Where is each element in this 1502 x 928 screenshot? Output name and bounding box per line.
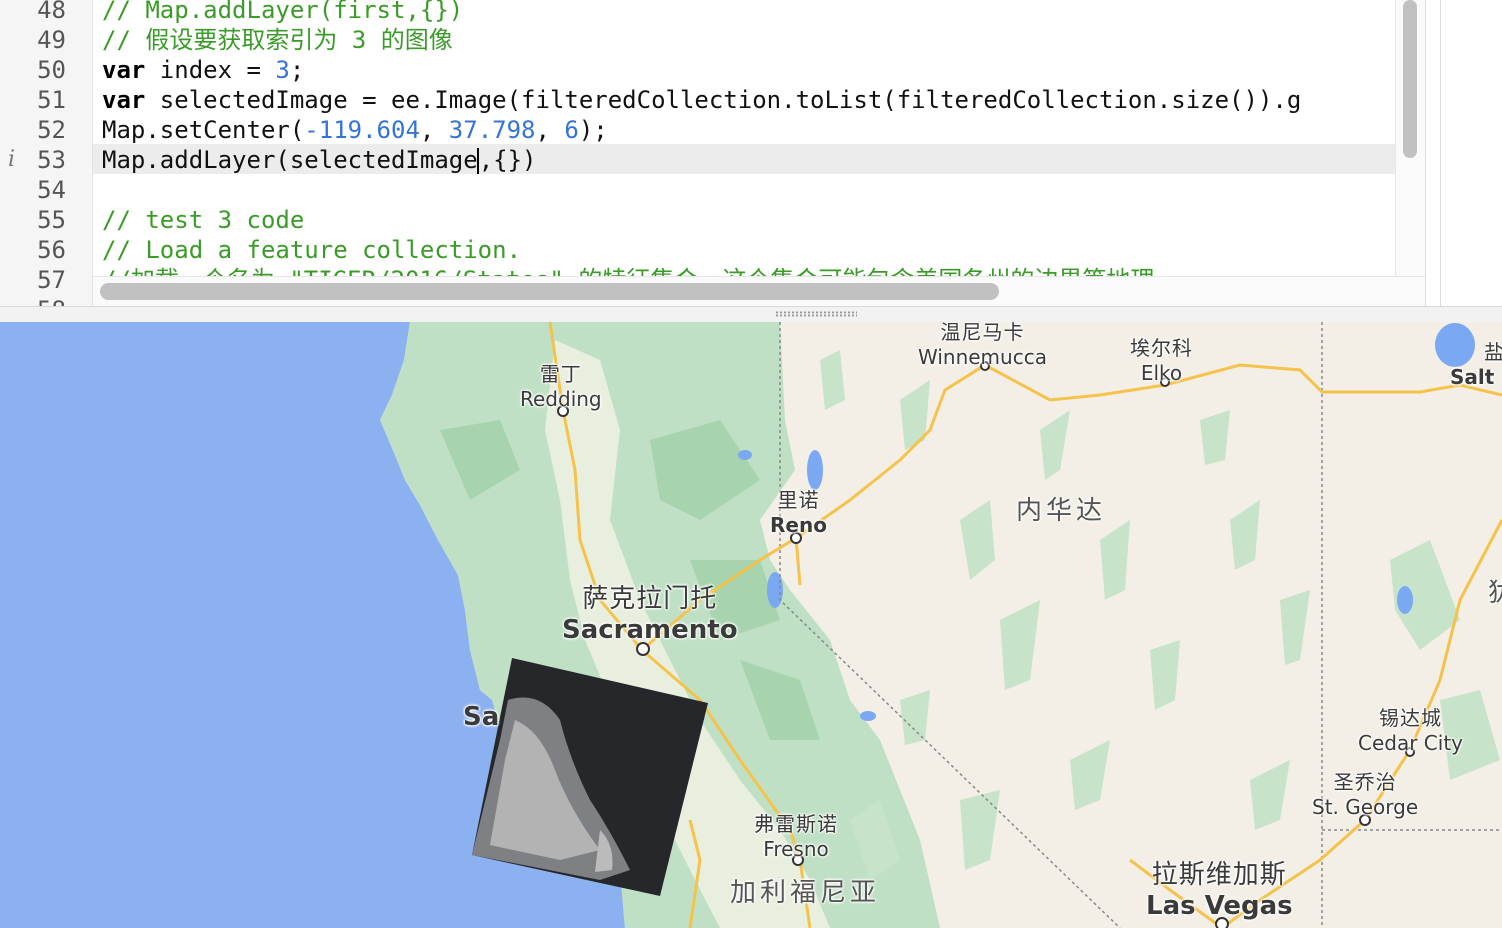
line-number: 50 bbox=[37, 56, 66, 84]
city-name-en: Las Vegas bbox=[1146, 891, 1293, 921]
code-line-52[interactable]: Map.setCenter(-119.604, 37.798, 6); bbox=[102, 115, 608, 145]
city-name-en: Reno bbox=[770, 513, 827, 537]
city-name-zh: 雷丁 bbox=[539, 362, 582, 386]
city-name-zh: 拉斯维加斯 bbox=[1151, 860, 1287, 890]
code-token: ,{}) bbox=[478, 146, 537, 174]
line-number: 52 bbox=[37, 116, 66, 144]
line-number-gutter: 48 49 50 51 52 i 53 54 55 56 57 58 bbox=[0, 0, 93, 306]
state-label-california: 加利福尼亚 bbox=[730, 878, 881, 908]
code-line-50[interactable]: var index = 3; bbox=[102, 55, 304, 85]
code-line-56[interactable]: // Load a feature collection. bbox=[102, 235, 521, 265]
city-label-redding[interactable]: 雷丁 Redding bbox=[520, 358, 602, 411]
city-label-winnemucca[interactable]: 温尼马卡 Winnemucca bbox=[918, 322, 1047, 369]
city-name-en: Redding bbox=[520, 387, 602, 411]
city-label-san-francisco[interactable]: Sa bbox=[463, 702, 499, 732]
city-label-elko[interactable]: 埃尔科 Elko bbox=[1130, 332, 1193, 385]
line-number: 51 bbox=[37, 86, 66, 114]
city-name-zh: 温尼马卡 bbox=[940, 322, 1025, 344]
code-text-area[interactable]: // Map.addLayer(first,{}) // 假设要获取索引为 3 … bbox=[93, 0, 1395, 276]
city-name-zh: 埃尔科 bbox=[1130, 336, 1193, 360]
number-literal: -119.604 bbox=[304, 116, 420, 144]
code-editor[interactable]: 48 49 50 51 52 i 53 54 55 56 57 58 // Ma… bbox=[0, 0, 1502, 306]
city-name-zh: 圣乔治 bbox=[1333, 770, 1397, 794]
line-number: 56 bbox=[37, 236, 66, 264]
code-line-53[interactable]: Map.addLayer(selectedImage,{}) bbox=[102, 145, 536, 175]
code-token: Map.setCenter( bbox=[102, 116, 305, 144]
city-name-en: Cedar City bbox=[1358, 731, 1463, 755]
city-name-zh: 盐 bbox=[1484, 340, 1502, 364]
line-number: 49 bbox=[37, 26, 66, 54]
city-name-zh: 锡达城 bbox=[1379, 706, 1442, 730]
code-token: , bbox=[419, 116, 449, 144]
code-line-48[interactable]: // Map.addLayer(first,{}) bbox=[102, 0, 463, 25]
line-number: 57 bbox=[37, 266, 66, 294]
city-name-en: Elko bbox=[1140, 361, 1183, 385]
code-token: Map.addLayer(selectedImage bbox=[102, 146, 478, 174]
state-label-utah-partial: 犹 bbox=[1488, 572, 1502, 609]
line-number: 58 bbox=[0, 295, 66, 306]
code-token: index = bbox=[145, 56, 276, 84]
city-name-en: Winnemucca bbox=[918, 345, 1047, 369]
code-line-55[interactable]: // test 3 code bbox=[102, 205, 304, 235]
line-number: 55 bbox=[37, 206, 66, 234]
line-number: 54 bbox=[37, 176, 66, 204]
keyword: var bbox=[102, 56, 146, 84]
horizontal-scrollbar-thumb[interactable] bbox=[100, 283, 999, 300]
city-name-zh: 弗雷斯诺 bbox=[754, 812, 838, 836]
city-label-reno[interactable]: 里诺 Reno bbox=[770, 484, 827, 537]
number-literal: 6 bbox=[564, 116, 579, 144]
city-name-zh: 里诺 bbox=[777, 488, 820, 512]
city-label-salt-lake[interactable]: 盐 Salt L bbox=[1450, 336, 1502, 389]
city-name-en: Sacramento bbox=[562, 615, 738, 645]
city-label-sacramento[interactable]: 萨克拉门托 Sacramento bbox=[562, 578, 738, 645]
map-view[interactable]: 温尼马卡 Winnemucca 埃尔科 Elko 盐 Salt L 雷丁 Red… bbox=[0, 322, 1502, 928]
code-token: ; bbox=[289, 56, 305, 84]
state-name-zh: 犹 bbox=[1488, 572, 1502, 609]
city-label-cedar-city[interactable]: 锡达城 Cedar City bbox=[1358, 702, 1463, 755]
code-line-49[interactable]: // 假设要获取索引为 3 的图像 bbox=[102, 25, 453, 55]
side-panel-edge bbox=[1425, 0, 1502, 306]
city-name-en: Fresno bbox=[763, 837, 829, 861]
city-label-fresno[interactable]: 弗雷斯诺 Fresno bbox=[754, 808, 838, 861]
city-name-en: Salt L bbox=[1450, 365, 1502, 389]
number-literal: 3 bbox=[275, 56, 290, 84]
lakes bbox=[738, 323, 1475, 721]
line-number-active: 53 bbox=[37, 146, 66, 174]
city-name-en: Sa bbox=[463, 702, 500, 732]
panel-divider bbox=[1440, 0, 1441, 306]
city-name-en: St. George bbox=[1312, 795, 1419, 819]
keyword: var bbox=[102, 86, 146, 114]
code-token: selectedImage = ee.Image(filteredCollect… bbox=[145, 86, 1302, 114]
line-number: 48 bbox=[37, 0, 66, 24]
drag-handle-icon[interactable] bbox=[775, 311, 857, 317]
code-line-51[interactable]: var selectedImage = ee.Image(filteredCol… bbox=[102, 85, 1301, 115]
city-label-las-vegas[interactable]: 拉斯维加斯 Las Vegas bbox=[1146, 854, 1293, 921]
code-token: ); bbox=[578, 116, 608, 144]
vertical-scrollbar-thumb[interactable] bbox=[1403, 0, 1417, 158]
city-name-zh: 萨克拉门托 bbox=[582, 584, 718, 614]
city-label-st-george[interactable]: 圣乔治 St. George bbox=[1312, 766, 1418, 819]
code-line-57[interactable]: //加载一个名为 "TIGER/2016/States" 的特征集合，这个集合可… bbox=[102, 265, 1154, 276]
number-literal: 37.798 bbox=[448, 116, 536, 144]
code-token: , bbox=[535, 116, 565, 144]
basemap bbox=[0, 322, 1502, 928]
state-label-nevada: 内华达 bbox=[1016, 496, 1107, 526]
